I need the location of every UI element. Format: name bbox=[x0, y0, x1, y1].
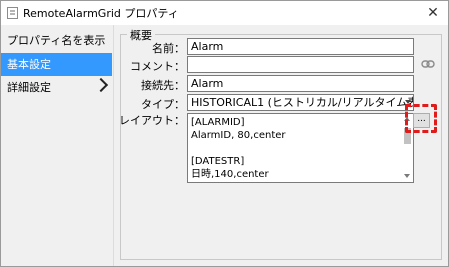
scroll-down-icon[interactable] bbox=[404, 174, 410, 178]
layout-line bbox=[191, 142, 410, 155]
sidebar-item-basic-settings[interactable]: 基本設定 bbox=[1, 53, 112, 76]
comment-label: コメント： bbox=[130, 60, 185, 73]
connection-label: 接続先： bbox=[141, 79, 185, 92]
window-icon bbox=[7, 7, 18, 19]
highlight-annotation bbox=[405, 104, 437, 133]
link-icon[interactable] bbox=[421, 59, 435, 69]
title-bar: RemoteAlarmGrid プロパティ ✕ bbox=[1, 1, 448, 25]
chevron-right-icon bbox=[93, 77, 109, 93]
layout-label: レイアウト： bbox=[119, 114, 185, 127]
type-select-value: HISTORICAL1 (ヒストリカル/リアルタイム表示) bbox=[191, 96, 414, 109]
layout-line: [ALARMID] bbox=[191, 117, 245, 128]
layout-line: [DATESTR] bbox=[191, 156, 245, 167]
sidebar-item-label: プロパティ名を表示 bbox=[7, 34, 106, 47]
sidebar-item-label: 詳細設定 bbox=[7, 81, 51, 94]
properties-window: RemoteAlarmGrid プロパティ ✕ プロパティ名を表示 基本設定 詳… bbox=[0, 0, 449, 267]
layout-line: 日時,140,center bbox=[191, 169, 269, 180]
connection-field[interactable]: Alarm bbox=[187, 75, 414, 92]
sidebar-item-label: 基本設定 bbox=[7, 58, 51, 71]
sidebar-item-show-property-name[interactable]: プロパティ名を表示 bbox=[1, 29, 112, 52]
close-button[interactable]: ✕ bbox=[422, 3, 444, 23]
sidebar-item-advanced-settings[interactable]: 詳細設定 bbox=[1, 76, 112, 99]
sidebar: プロパティ名を表示 基本設定 詳細設定 bbox=[1, 25, 114, 266]
layout-textarea[interactable]: [ALARMID] AlarmID, 80,center [DATESTR] 日時,1… bbox=[187, 113, 414, 183]
name-field[interactable]: Alarm bbox=[187, 38, 414, 55]
name-label: 名前： bbox=[152, 42, 185, 55]
window-title: RemoteAlarmGrid プロパティ bbox=[23, 7, 179, 20]
type-select[interactable]: HISTORICAL1 (ヒストリカル/リアルタイム表示) bbox=[187, 94, 414, 111]
layout-line: AlarmID, 80,center bbox=[191, 130, 286, 141]
comment-field[interactable] bbox=[187, 56, 414, 73]
type-label: タイプ： bbox=[141, 98, 185, 111]
